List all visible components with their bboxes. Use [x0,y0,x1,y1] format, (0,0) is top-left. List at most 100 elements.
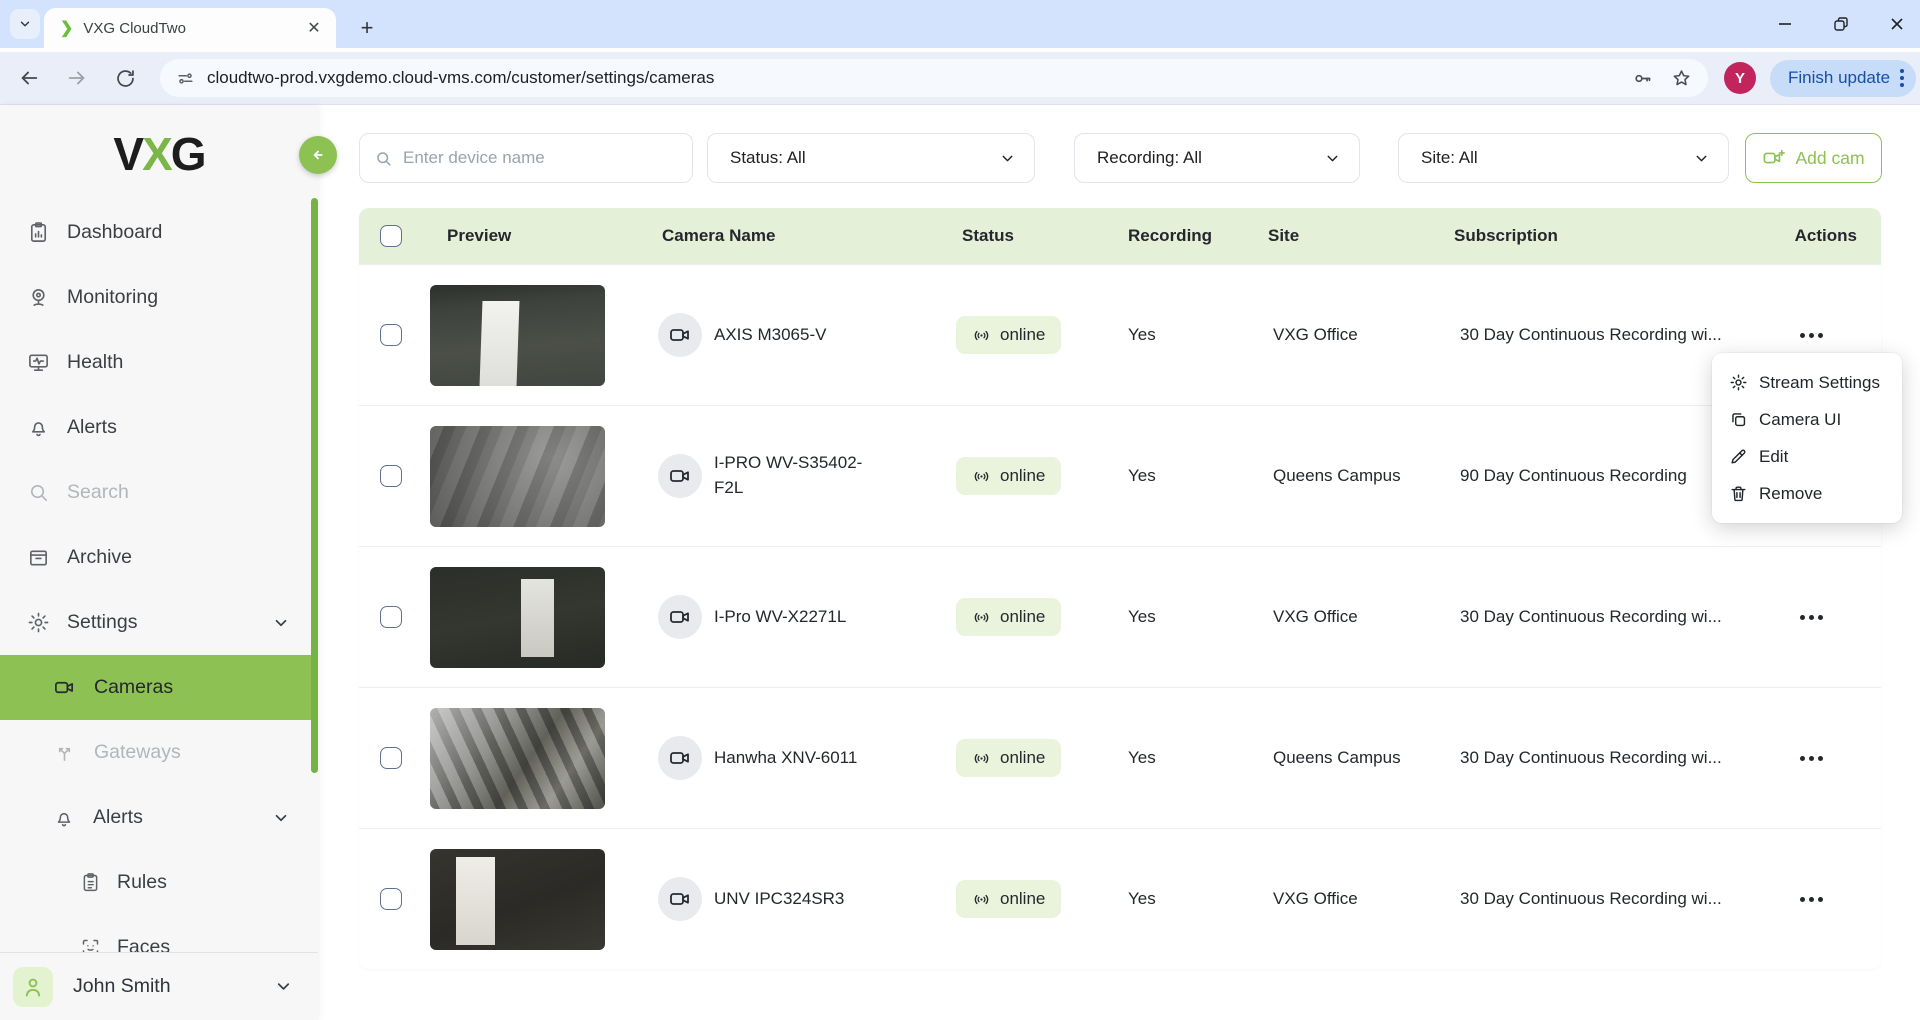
header-recording: Recording [1104,226,1244,246]
gear-icon [1729,373,1748,392]
recording-value: Yes [1104,889,1244,909]
finish-update-button[interactable]: Finish update [1770,60,1916,97]
camera-preview-image[interactable] [430,426,605,527]
tab-close-icon[interactable]: ✕ [304,18,324,38]
broadcast-icon [972,749,991,768]
bookmark-star-icon[interactable] [1671,68,1692,89]
camera-preview-image[interactable] [430,708,605,809]
row-checkbox[interactable] [380,888,402,910]
overlap-squares-icon [1729,410,1748,429]
browser-menu-icon[interactable] [1900,69,1904,87]
row-actions-button[interactable] [1800,897,1823,902]
chevron-down-icon [272,809,290,827]
sidebar-item-settings[interactable]: Settings [0,590,318,655]
gateways-icon [53,741,76,764]
address-bar[interactable]: cloudtwo-prod.vxgdemo.cloud-vms.com/cust… [160,59,1708,97]
row-actions-button[interactable] [1800,333,1823,338]
back-icon[interactable] [12,61,46,95]
status-badge: online [956,880,1061,918]
sidebar-item-cameras[interactable]: Cameras [0,655,318,720]
broadcast-icon [972,467,991,486]
restore-icon[interactable] [1828,11,1854,37]
gear-icon [27,611,50,634]
sidebar-item-monitoring[interactable]: Monitoring [0,265,318,330]
close-icon[interactable] [1884,11,1910,37]
sidebar-item-archive[interactable]: Archive [0,525,318,590]
subscription-value: 30 Day Continuous Recording wi... [1430,325,1760,345]
monitoring-icon [27,286,50,309]
tab-search-button[interactable] [10,9,40,39]
sidebar-item-health[interactable]: Health [0,330,318,395]
minimize-icon[interactable] [1772,11,1798,37]
broadcast-icon [972,608,991,627]
menu-item-camera-ui[interactable]: Camera UI [1712,401,1902,438]
chevron-down-icon [999,150,1016,167]
recording-filter-dropdown[interactable]: Recording: All [1074,133,1360,183]
camera-plus-icon [1762,147,1786,169]
camera-preview-image[interactable] [430,285,605,386]
recording-value: Yes [1104,607,1244,627]
sidebar-scrollbar[interactable] [311,198,318,773]
sidebar-item-dashboard[interactable]: Dashboard [0,200,318,265]
add-cam-button[interactable]: Add cam [1745,133,1882,183]
row-checkbox[interactable] [380,747,402,769]
subscription-value: 30 Day Continuous Recording wi... [1430,889,1760,909]
camera-icon [658,454,702,498]
status-filter-dropdown[interactable]: Status: All [707,133,1035,183]
menu-item-remove[interactable]: Remove [1712,475,1902,512]
chevron-down-icon [1693,150,1710,167]
row-checkbox[interactable] [380,465,402,487]
status-badge: online [956,739,1061,777]
camera-icon [658,313,702,357]
chevron-down-icon [18,17,32,31]
camera-name: I-PRO WV-S35402-F2L [714,451,864,500]
profile-avatar[interactable]: Y [1724,62,1756,94]
search-icon [374,149,393,168]
sidebar-item-search[interactable]: Search [0,460,318,525]
select-all-checkbox[interactable] [380,225,402,247]
broadcast-icon [972,326,991,345]
row-checkbox[interactable] [380,606,402,628]
forward-icon[interactable] [60,61,94,95]
search-placeholder: Enter device name [403,148,545,168]
sidebar-nav: Dashboard Monitoring Health Alerts Searc… [0,200,318,952]
row-actions-button[interactable] [1800,756,1823,761]
chevron-down-icon [1324,150,1341,167]
site-value: VXG Office [1273,607,1358,626]
sidebar-collapse-button[interactable] [299,136,337,174]
user-avatar-icon [13,967,53,1007]
subscription-value: 30 Day Continuous Recording wi... [1430,748,1760,768]
device-search-input[interactable]: Enter device name [359,133,693,183]
header-status: Status [938,226,1104,246]
sidebar-item-faces[interactable]: Faces [0,915,318,952]
bell-icon [27,416,50,439]
new-tab-button[interactable]: + [352,13,382,43]
sidebar-item-alerts-sub[interactable]: Alerts [0,785,318,850]
camera-icon [658,595,702,639]
subscription-value: 30 Day Continuous Recording wi... [1430,607,1760,627]
user-menu[interactable]: John Smith [0,952,318,1020]
menu-item-stream-settings[interactable]: Stream Settings [1712,364,1902,401]
site-value: Queens Campus [1273,466,1401,485]
menu-item-edit[interactable]: Edit [1712,438,1902,475]
sidebar-item-rules[interactable]: Rules [0,850,318,915]
sidebar-item-alerts[interactable]: Alerts [0,395,318,460]
table-row: UNV IPC324SR3 online Yes VXG Office 30 D… [359,828,1881,969]
camera-icon [658,877,702,921]
site-value: VXG Office [1273,889,1358,908]
camera-name: Hanwha XNV-6011 [714,746,857,771]
header-actions: Actions [1760,226,1881,246]
camera-preview-image[interactable] [430,567,605,668]
site-filter-dropdown[interactable]: Site: All [1398,133,1729,183]
password-key-icon[interactable] [1632,68,1653,89]
camera-preview-image[interactable] [430,849,605,950]
arrow-left-icon [309,146,327,164]
table-row: I-PRO WV-S35402-F2L online Yes Queens Ca… [359,405,1881,546]
site-info-icon[interactable] [176,69,195,88]
sidebar-item-gateways[interactable]: Gateways [0,720,318,785]
reload-icon[interactable] [108,61,142,95]
browser-tab[interactable]: ❯ VXG CloudTwo ✕ [44,8,336,48]
row-actions-button[interactable] [1800,615,1823,620]
header-camera-name: Camera Name [638,226,938,246]
row-checkbox[interactable] [380,324,402,346]
